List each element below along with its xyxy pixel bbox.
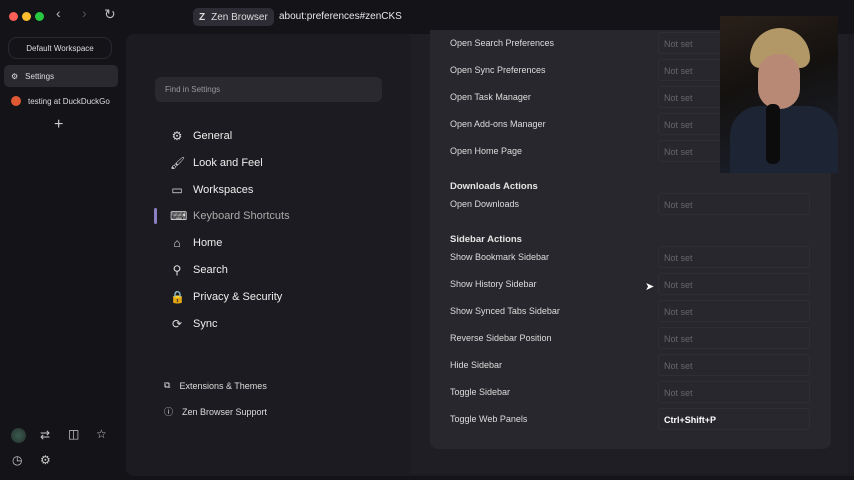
nav-search[interactable]: ⚲ Search [170,263,228,277]
star-icon[interactable]: ☆ [96,427,107,441]
nav-label: General [193,130,233,142]
extensions-themes-link[interactable]: ⧉ Extensions & Themes [164,380,267,391]
swap-icon[interactable]: ⇄ [40,428,50,442]
section-header: Sidebar Actions [450,234,522,245]
shortcut-label: Open Task Manager [450,92,531,102]
link-label: Extensions & Themes [179,380,267,391]
nav-privacy-security[interactable]: 🔒 Privacy & Security [170,290,282,304]
shortcut-label: Open Downloads [450,199,520,209]
section-header: Downloads Actions [450,181,538,192]
shortcut-input[interactable]: Not set [658,193,810,215]
shortcut-label: Show Synced Tabs Sidebar [450,306,560,316]
puzzle-icon: ⧉ [164,380,171,390]
site-name: Zen Browser [211,11,268,23]
nav-home[interactable]: ⌂ Home [170,236,222,250]
forward-icon[interactable]: › [82,5,87,21]
gear-icon: ⚙ [11,71,19,81]
nav-label: Home [193,237,223,250]
settings-gear-icon[interactable]: ⚙ [40,453,51,467]
find-in-settings-input[interactable]: Find in Settings [155,77,382,102]
sidebar-toggle-icon[interactable]: ◫ [68,427,79,441]
shortcut-label: Hide Sidebar [450,360,503,370]
nav-icon: ▭ [171,182,183,197]
shortcut-label: Show History Sidebar [450,279,537,289]
shortcut-label: Toggle Sidebar [450,387,511,397]
shortcut-input[interactable]: Not set [658,327,810,349]
nav-sync[interactable]: ⟳ Sync [170,316,218,331]
shortcut-label: Open Add-ons Manager [450,119,546,129]
nav-icon: ⚲ [172,263,182,277]
nav-label: Look and Feel [193,156,263,169]
nav-workspaces[interactable]: ▭ Workspaces [170,183,253,197]
tab-label: Settings [25,71,55,81]
url-bar[interactable]: about:preferences#zenCKS [279,11,402,22]
nav-icon: 🖌 [170,155,186,170]
zen-logo-icon: Z [199,11,206,23]
active-indicator [154,208,157,224]
new-tab-plus-icon[interactable]: + [54,116,63,134]
duckduckgo-icon [11,96,21,106]
webcam-overlay [720,16,838,173]
close-window-button[interactable] [9,12,18,21]
maximize-window-button[interactable] [35,12,44,21]
nav-general[interactable]: ⚙ General [170,129,233,143]
back-icon[interactable]: ‹ [56,5,61,21]
nav-icon: ⚙ [171,129,183,143]
tab-duckduckgo[interactable]: testing at DuckDuckGo [4,90,118,112]
nav-label: Search [193,264,228,276]
shortcut-label: Reverse Sidebar Position [450,333,552,343]
nav-icon: ⌂ [173,236,181,251]
shortcut-input[interactable]: Not set [658,354,810,376]
profile-avatar[interactable] [11,428,26,443]
shortcut-label: Open Sync Preferences [450,65,546,75]
shortcut-label: Open Home Page [450,146,523,156]
shortcut-input[interactable]: Ctrl+Shift+P [658,408,810,430]
shortcut-label: Show Bookmark Sidebar [450,252,550,262]
shortcut-label: Open Search Preferences [450,38,555,48]
shortcut-input[interactable]: Not set [658,246,810,268]
shortcut-input[interactable]: Not set [658,381,810,403]
tab-label: testing at DuckDuckGo [28,96,110,106]
site-identity-pill[interactable]: Z Zen Browser [193,8,274,26]
minimize-window-button[interactable] [22,12,31,21]
nav-label: Privacy & Security [193,290,283,303]
zen-support-link[interactable]: ⓘ Zen Browser Support [164,405,267,418]
tab-settings[interactable]: ⚙ Settings [4,65,118,87]
shortcut-input[interactable]: Not set [658,300,810,322]
mouse-cursor-icon: ➤ [645,281,655,293]
nav-label: Workspaces [193,183,254,196]
shortcut-label: Toggle Web Panels [450,414,528,424]
shortcut-input[interactable]: Not set [658,273,810,295]
link-label: Zen Browser Support [182,406,268,417]
nav-icon: ⌨ [170,209,188,224]
reload-icon[interactable]: ↻ [104,6,116,23]
history-clock-icon[interactable]: ◷ [12,453,22,467]
nav-label: Keyboard Shortcuts [193,210,290,223]
nav-keyboard-shortcuts[interactable]: ⌨ Keyboard Shortcuts [170,209,290,223]
nav-look-and-feel[interactable]: 🖌 Look and Feel [170,156,263,170]
nav-icon: ⟳ [171,316,183,331]
help-icon: ⓘ [164,407,174,417]
nav-label: Sync [193,317,218,330]
workspace-button[interactable]: Default Workspace [8,37,112,59]
nav-icon: 🔒 [170,289,185,304]
